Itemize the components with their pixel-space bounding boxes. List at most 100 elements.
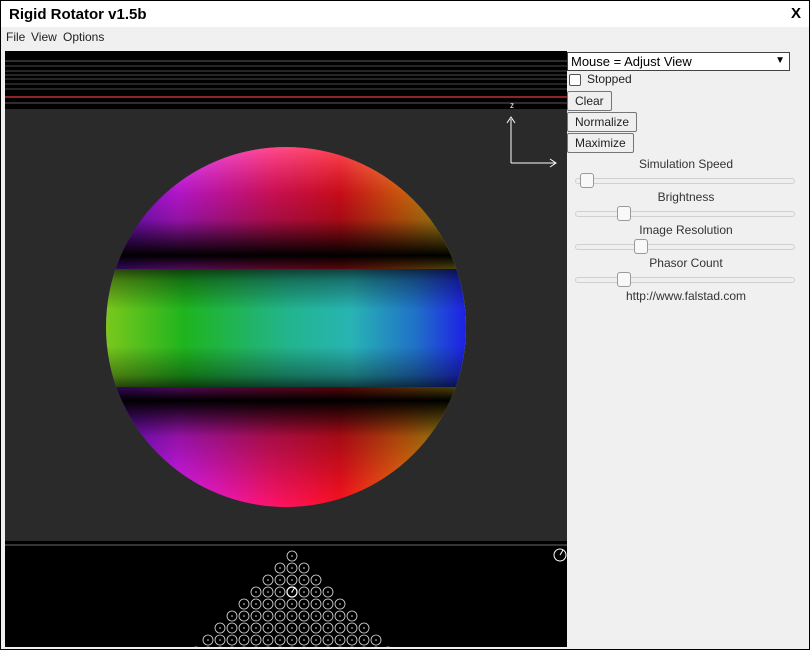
phasor-dot xyxy=(291,567,293,569)
phasor-dot xyxy=(231,615,233,617)
phasor-count-thumb[interactable] xyxy=(617,272,632,287)
menu-file[interactable]: File xyxy=(6,30,25,44)
phasor-dot xyxy=(255,615,257,617)
simulation-speed-slider[interactable] xyxy=(575,173,795,188)
phasor-dot xyxy=(291,639,293,641)
brightness-label: Brightness xyxy=(657,190,715,204)
phasor-dot xyxy=(207,639,209,641)
phasor-dot xyxy=(303,591,305,593)
phasor-dot xyxy=(315,591,317,593)
phasor-dot xyxy=(303,603,305,605)
phasor-dot xyxy=(219,627,221,629)
maximize-button[interactable]: Maximize xyxy=(567,133,634,153)
phasor-dot xyxy=(327,639,329,641)
phasor-dot xyxy=(219,639,221,641)
phasor-dot xyxy=(315,627,317,629)
website-link[interactable]: http://www.falstad.com xyxy=(567,289,805,303)
phasor-dot xyxy=(255,603,257,605)
phasor-dot xyxy=(267,615,269,617)
phasor-dot xyxy=(255,591,257,593)
phasor-dot xyxy=(243,627,245,629)
z-axis-label: z xyxy=(510,101,514,110)
phasor-count-label: Phasor Count xyxy=(649,256,723,270)
phasor-dot xyxy=(243,603,245,605)
menu-options[interactable]: Options xyxy=(63,30,104,44)
phasor-dot xyxy=(351,627,353,629)
close-button[interactable]: X xyxy=(791,5,801,22)
control-panel: Mouse = Adjust View ▼ Stopped Clear Norm… xyxy=(567,51,807,647)
phasor-dot xyxy=(339,639,341,641)
phasor-dot xyxy=(279,603,281,605)
phasor-dot xyxy=(267,627,269,629)
mouse-mode-select[interactable]: Mouse = Adjust View ▼ xyxy=(567,52,790,71)
menu-bar: File View Options xyxy=(1,27,809,49)
probability-sphere xyxy=(106,147,466,507)
brightness-thumb[interactable] xyxy=(617,206,632,221)
phasor-dot xyxy=(375,639,377,641)
phasor-dot xyxy=(255,639,257,641)
phasor-dot xyxy=(327,615,329,617)
phasor-dot xyxy=(303,615,305,617)
phasor-dot xyxy=(279,615,281,617)
phasor-dot xyxy=(327,591,329,593)
phasor-dot xyxy=(291,579,293,581)
simulation-speed-label: Simulation Speed xyxy=(638,157,734,171)
phasor-dot xyxy=(267,639,269,641)
phasor-dot xyxy=(315,603,317,605)
phasor-dot xyxy=(315,615,317,617)
phasor-dot xyxy=(327,627,329,629)
phasor-dot xyxy=(327,603,329,605)
phasor-dot xyxy=(267,603,269,605)
phasor-dot xyxy=(303,567,305,569)
app-window: Rigid Rotator v1.5b X File View Options xyxy=(0,0,810,650)
phase-clock-icon[interactable] xyxy=(553,548,567,562)
chevron-down-icon: ▼ xyxy=(775,55,785,66)
phasor-grid[interactable] xyxy=(191,550,393,647)
phasor-dot xyxy=(315,639,317,641)
image-resolution-slider[interactable] xyxy=(575,239,795,254)
phasor-dot xyxy=(339,615,341,617)
phasor-dot xyxy=(303,579,305,581)
mouse-mode-value: Mouse = Adjust View xyxy=(571,54,692,69)
phasor-dot xyxy=(231,627,233,629)
phasor-dot xyxy=(291,603,293,605)
stopped-checkbox[interactable] xyxy=(569,74,581,86)
energy-levels xyxy=(5,60,567,104)
phasor-dot xyxy=(315,579,317,581)
phasor-dot xyxy=(339,603,341,605)
phasor-dot xyxy=(267,579,269,581)
phasor-dot xyxy=(351,615,353,617)
phasor-dot xyxy=(363,627,365,629)
phasor-dot xyxy=(243,615,245,617)
phasor-dot xyxy=(363,639,365,641)
phasor-dot xyxy=(279,591,281,593)
phasor-dot xyxy=(279,639,281,641)
phasor-dot xyxy=(267,591,269,593)
simulation-speed-thumb[interactable] xyxy=(580,173,595,188)
phasor-dot xyxy=(351,639,353,641)
window-title: Rigid Rotator v1.5b xyxy=(9,6,147,23)
phasor-dot xyxy=(291,627,293,629)
simulation-svg[interactable]: z xyxy=(5,51,567,647)
image-resolution-thumb[interactable] xyxy=(633,239,648,254)
image-resolution-label: Image Resolution xyxy=(639,223,733,237)
phasor-dot xyxy=(303,639,305,641)
phasor-dot xyxy=(291,555,293,557)
phasor-dot xyxy=(255,627,257,629)
phasor-dot xyxy=(291,615,293,617)
simulation-canvas[interactable]: z xyxy=(5,51,567,647)
menu-view[interactable]: View xyxy=(31,30,57,44)
phasor-count-slider[interactable] xyxy=(575,272,795,287)
phasor-dot xyxy=(303,627,305,629)
phasor-dot xyxy=(279,627,281,629)
stopped-label: Stopped xyxy=(587,72,632,86)
title-bar: Rigid Rotator v1.5b X xyxy=(1,1,809,27)
normalize-button[interactable]: Normalize xyxy=(567,112,638,132)
phasor-dot xyxy=(243,639,245,641)
phasor-dot xyxy=(279,579,281,581)
phasor-dot xyxy=(279,567,281,569)
phasor-dot xyxy=(339,627,341,629)
brightness-slider[interactable] xyxy=(575,206,795,221)
clear-button[interactable]: Clear xyxy=(567,91,612,111)
phasor-dot xyxy=(231,639,233,641)
